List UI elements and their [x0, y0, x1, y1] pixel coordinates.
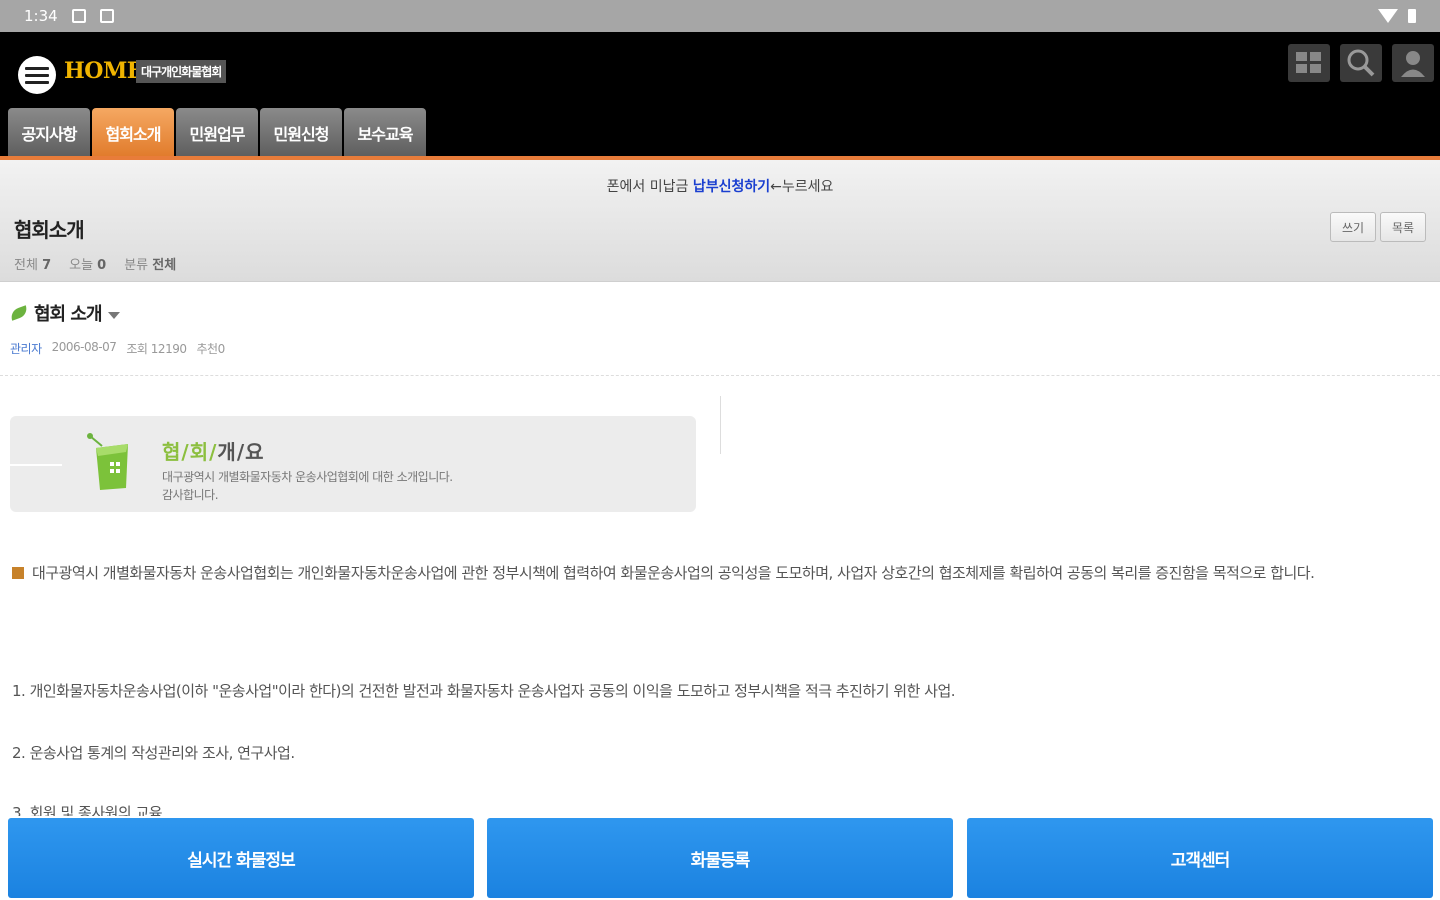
- payment-request-link[interactable]: 납부신청하기: [693, 179, 770, 195]
- post-title[interactable]: 협회 소개: [34, 300, 120, 326]
- association-name: 대구개인화물협회: [136, 60, 227, 83]
- board-title: 협회소개: [14, 218, 85, 242]
- bullet-square-icon: [12, 567, 24, 579]
- wifi-icon: [1378, 9, 1398, 23]
- status-bar: 1:34: [0, 0, 1440, 32]
- cargo-register-button[interactable]: 화물등록: [487, 818, 953, 898]
- payment-notice: 폰에서 미납금 납부신청하기←누르세요: [606, 179, 834, 195]
- content-item-2: 2. 운송사업 통계의 작성관리와 조사, 연구사업.: [12, 744, 295, 762]
- post-views: 12190: [150, 342, 187, 356]
- user-icon[interactable]: [1392, 44, 1434, 82]
- status-time: 1:34: [24, 7, 58, 25]
- nav-tabs: 공지사항 협회소개 민원업무 민원신청 보수교육: [8, 108, 426, 158]
- tab-civil-request[interactable]: 민원신청: [260, 108, 342, 158]
- tab-about[interactable]: 협회소개: [92, 108, 174, 158]
- intro-title: 협/회/개/요: [162, 440, 265, 464]
- board-stats: 전체 7 오늘 0 분류 전체: [14, 258, 177, 273]
- realtime-cargo-button[interactable]: 실시간 화물정보: [8, 818, 474, 898]
- leaf-icon: [8, 305, 30, 321]
- search-icon[interactable]: [1340, 44, 1382, 82]
- app-notification-icon: [99, 9, 114, 23]
- board-header: 폰에서 미납금 납부신청하기←누르세요 협회소개 전체 7 오늘 0 분류 전체…: [0, 160, 1440, 282]
- post-author[interactable]: 관리자: [10, 340, 42, 357]
- battery-icon: [1408, 9, 1416, 23]
- intro-banner: 협/회/개/요 대구광역시 개별화물자동차 운송사업협회에 대한 소개입니다. …: [10, 416, 696, 512]
- post-recommend: 0: [217, 342, 226, 356]
- grid-menu-icon[interactable]: [1288, 44, 1330, 82]
- post-meta: 관리자 2006-08-07 조회 12190 추천0: [10, 340, 226, 357]
- write-button[interactable]: 쓰기: [1330, 212, 1376, 242]
- post-date: 2006-08-07: [51, 340, 117, 354]
- customer-center-button[interactable]: 고객센터: [967, 818, 1433, 898]
- post-content: 대구광역시 개별화물자동차 운송사업협회는 개인화물자동차운송사업에 관한 정부…: [12, 558, 1422, 822]
- building-icon: [87, 433, 128, 490]
- content-paragraph: 대구광역시 개별화물자동차 운송사업협회는 개인화물자동차운송사업에 관한 정부…: [12, 558, 1422, 588]
- content-item-1: 1. 개인화물자동차운송사업(이하 "운송사업"이라 한다)의 건전한 발전과 …: [12, 682, 956, 700]
- app-header: HOME 대구개인화물협회 공지사항 협회소개 민원업무 민원신청 보수교육: [0, 32, 1440, 158]
- hamburger-menu-icon[interactable]: [18, 56, 56, 94]
- chevron-down-icon: [107, 311, 120, 319]
- tab-notice[interactable]: 공지사항: [8, 108, 90, 158]
- bottom-button-bar: 실시간 화물정보 화물등록 고객센터: [0, 816, 1440, 900]
- vertical-divider: [720, 396, 721, 454]
- tab-civil-affairs[interactable]: 민원업무: [176, 108, 258, 158]
- tab-education[interactable]: 보수교육: [344, 108, 426, 158]
- home-link[interactable]: HOME: [64, 58, 144, 84]
- post-header: 협회 소개 관리자 2006-08-07 조회 12190 추천0: [0, 282, 1440, 376]
- image-notification-icon: [71, 9, 86, 23]
- list-button[interactable]: 목록: [1380, 212, 1426, 242]
- intro-description: 대구광역시 개별화물자동차 운송사업협회에 대한 소개입니다. 감사합니다.: [162, 470, 453, 502]
